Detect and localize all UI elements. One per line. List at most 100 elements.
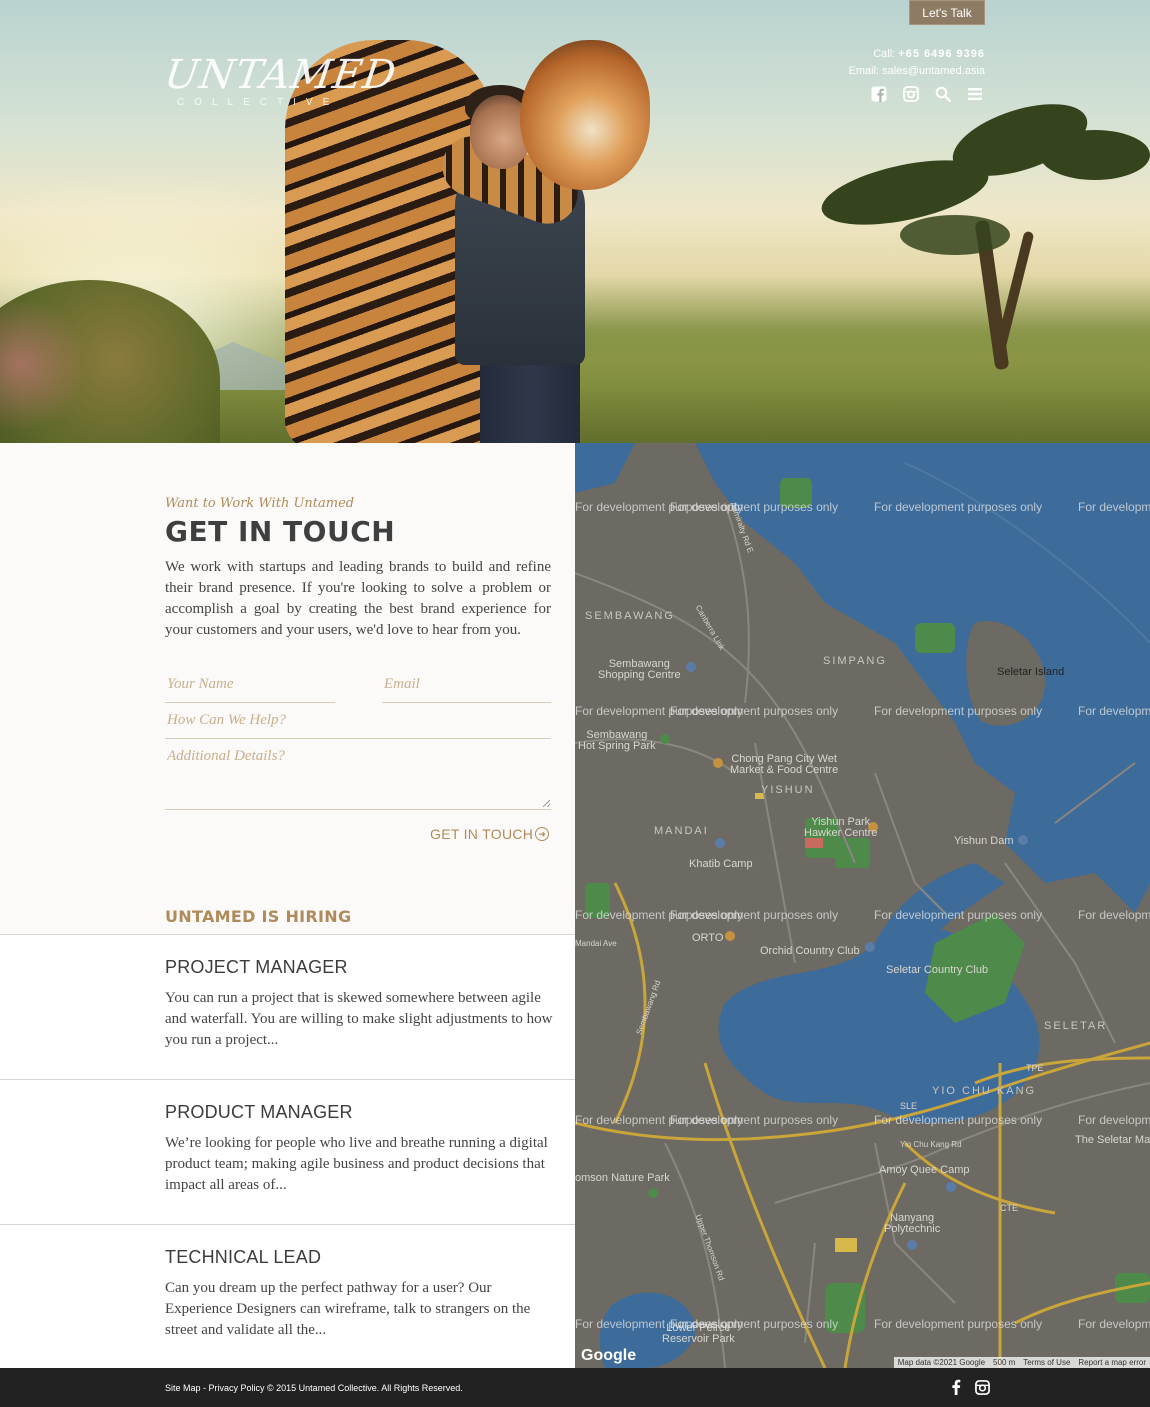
job-item[interactable]: TECHNICAL LEAD Can you dream up the perf… — [0, 1224, 575, 1369]
contact-column: Want to Work With Untamed GET IN TOUCH W… — [0, 443, 575, 1369]
place-pin — [713, 758, 723, 768]
report-link[interactable]: Report a map error — [1078, 1358, 1146, 1367]
job-description: Can you dream up the perfect pathway for… — [165, 1280, 531, 1338]
map-attribution: Map data ©2021 Google 500 m Terms of Use… — [893, 1357, 1150, 1368]
job-title: PRODUCT MANAGER — [165, 1102, 353, 1122]
intro-text: We work with startups and leading brands… — [165, 559, 551, 638]
place-pin — [725, 931, 735, 941]
map-label: Khatib Camp — [689, 858, 753, 870]
west-water — [575, 443, 635, 493]
park — [835, 838, 870, 868]
phone-line: Call: +65 6496 9396 — [848, 46, 985, 63]
road — [754, 742, 796, 964]
help-input[interactable] — [167, 712, 549, 729]
phone-number[interactable]: +65 6496 9396 — [898, 48, 985, 60]
arrow-right-icon: ➜ — [535, 827, 550, 841]
map-watermark: For development purposes only — [670, 500, 839, 514]
map-watermark: For development purposes only — [1078, 908, 1150, 922]
map-data-credit: Map data ©2021 Google — [897, 1358, 986, 1367]
header-icons — [870, 85, 984, 103]
site-logo[interactable]: UNTAMED COLLECTIVE — [162, 50, 400, 114]
road-label: Yio Chu Kang Rd — [900, 1140, 962, 1149]
tree-canopy — [900, 215, 1010, 255]
job-item[interactable]: PRODUCT MANAGER We’re looking for people… — [0, 1079, 575, 1224]
map-label: SEMBAWANG — [585, 610, 675, 622]
details-field — [165, 748, 551, 810]
job-description: We’re looking for people who live and br… — [165, 1135, 548, 1193]
hiring-heading: UNTAMED IS HIRING — [165, 907, 352, 926]
road-label: Mandai Ave — [575, 939, 617, 948]
major-road — [843, 1182, 907, 1368]
map-scale[interactable]: 500 m — [993, 1358, 1015, 1367]
get-in-touch-button[interactable]: GET IN TOUCH ➜ — [430, 826, 550, 842]
tree-canopy — [1040, 130, 1150, 180]
map-watermark: For development purposes only — [1078, 1113, 1150, 1127]
footer-social — [948, 1379, 990, 1395]
resize-handle[interactable] — [543, 800, 550, 807]
place-pin — [592, 893, 602, 903]
details-textarea[interactable] — [167, 748, 549, 808]
email-address[interactable]: sales@untamed.asia — [882, 65, 985, 77]
place-pin — [648, 1188, 658, 1198]
job-list: PROJECT MANAGER You can run a project th… — [0, 934, 575, 1369]
map-label: YIO CHU KANG — [932, 1085, 1037, 1097]
map-label: Orchid Country Club — [760, 945, 860, 957]
header-contact: Call: +65 6496 9396 Email: sales@untamed… — [848, 46, 985, 80]
logo-wordmark: UNTAMED — [161, 52, 400, 98]
map-label: SIMPANG — [823, 655, 887, 667]
instagram-icon[interactable] — [902, 85, 920, 103]
google-logo[interactable]: Google — [581, 1347, 636, 1365]
map-label: Nanyang Polytechnic — [884, 1212, 941, 1235]
job-item[interactable]: PROJECT MANAGER You can run a project th… — [0, 934, 575, 1079]
map-watermark: For development purposes only — [874, 1113, 1043, 1127]
major-road — [903, 1141, 1056, 1215]
map-label: Sembawang Shopping Centre — [598, 658, 681, 681]
job-title: TECHNICAL LEAD — [165, 1247, 322, 1267]
section-eyebrow: Want to Work With Untamed — [165, 496, 355, 511]
map-watermark: For development purposes only — [874, 1317, 1043, 1331]
menu-icon[interactable] — [966, 85, 984, 103]
map-label: Yishun Dam — [954, 835, 1014, 847]
map-watermark: For development purposes only — [1078, 1317, 1150, 1331]
search-icon[interactable] — [934, 85, 952, 103]
lets-talk-button[interactable]: Let's Talk — [909, 0, 985, 25]
map-label: Sembawang Hot Spring Park — [578, 729, 656, 752]
hero-banner: UNTAMED COLLECTIVE Let's Talk Call: +65 … — [0, 0, 1150, 443]
facebook-icon[interactable] — [870, 85, 888, 103]
road-label: TPE — [1026, 1063, 1044, 1073]
email-field — [382, 676, 551, 703]
call-label: Call: — [873, 48, 896, 60]
building — [835, 1238, 857, 1252]
footer-copyright[interactable]: Site Map - Privacy Policy © 2015 Untamed… — [165, 1383, 463, 1393]
page-title: GET IN TOUCH — [165, 515, 396, 548]
flower-glow — [0, 290, 80, 440]
map-watermark: For development purposes only — [874, 704, 1043, 718]
map-watermark: For development purposes only — [670, 1113, 839, 1127]
building — [805, 838, 823, 848]
place-pin — [993, 965, 1003, 975]
name-field — [165, 676, 335, 703]
name-input[interactable] — [167, 676, 333, 693]
instagram-icon[interactable] — [974, 1379, 990, 1395]
map-watermark: For development purposes only — [670, 704, 839, 718]
site-footer: Site Map - Privacy Policy © 2015 Untamed… — [0, 1368, 1150, 1407]
map-label: YISHUN — [761, 784, 815, 796]
tiger-head — [520, 40, 650, 190]
map-label: ORTO — [692, 932, 724, 944]
place-pin — [660, 734, 670, 744]
map-label: MANDAI — [654, 825, 709, 837]
job-title: PROJECT MANAGER — [165, 957, 348, 977]
location-map[interactable]: SEMBAWANG SIMPANG Seletar Island Sembawa… — [575, 443, 1150, 1368]
email-line: Email: sales@untamed.asia — [848, 63, 985, 80]
email-input[interactable] — [384, 676, 549, 693]
facebook-icon[interactable] — [948, 1379, 964, 1395]
map-canvas — [575, 443, 1150, 1368]
map-label: omson Nature Park — [575, 1172, 670, 1184]
job-description: You can run a project that is skewed som… — [165, 990, 553, 1048]
map-watermark: For development purposes only — [1078, 704, 1150, 718]
map-watermark: For development purposes only — [874, 908, 1043, 922]
terms-link[interactable]: Terms of Use — [1023, 1358, 1070, 1367]
email-label: Email: — [848, 65, 880, 77]
map-label: Seletar Country Club — [886, 964, 989, 976]
logo-subtitle: COLLECTIVE — [177, 97, 340, 108]
